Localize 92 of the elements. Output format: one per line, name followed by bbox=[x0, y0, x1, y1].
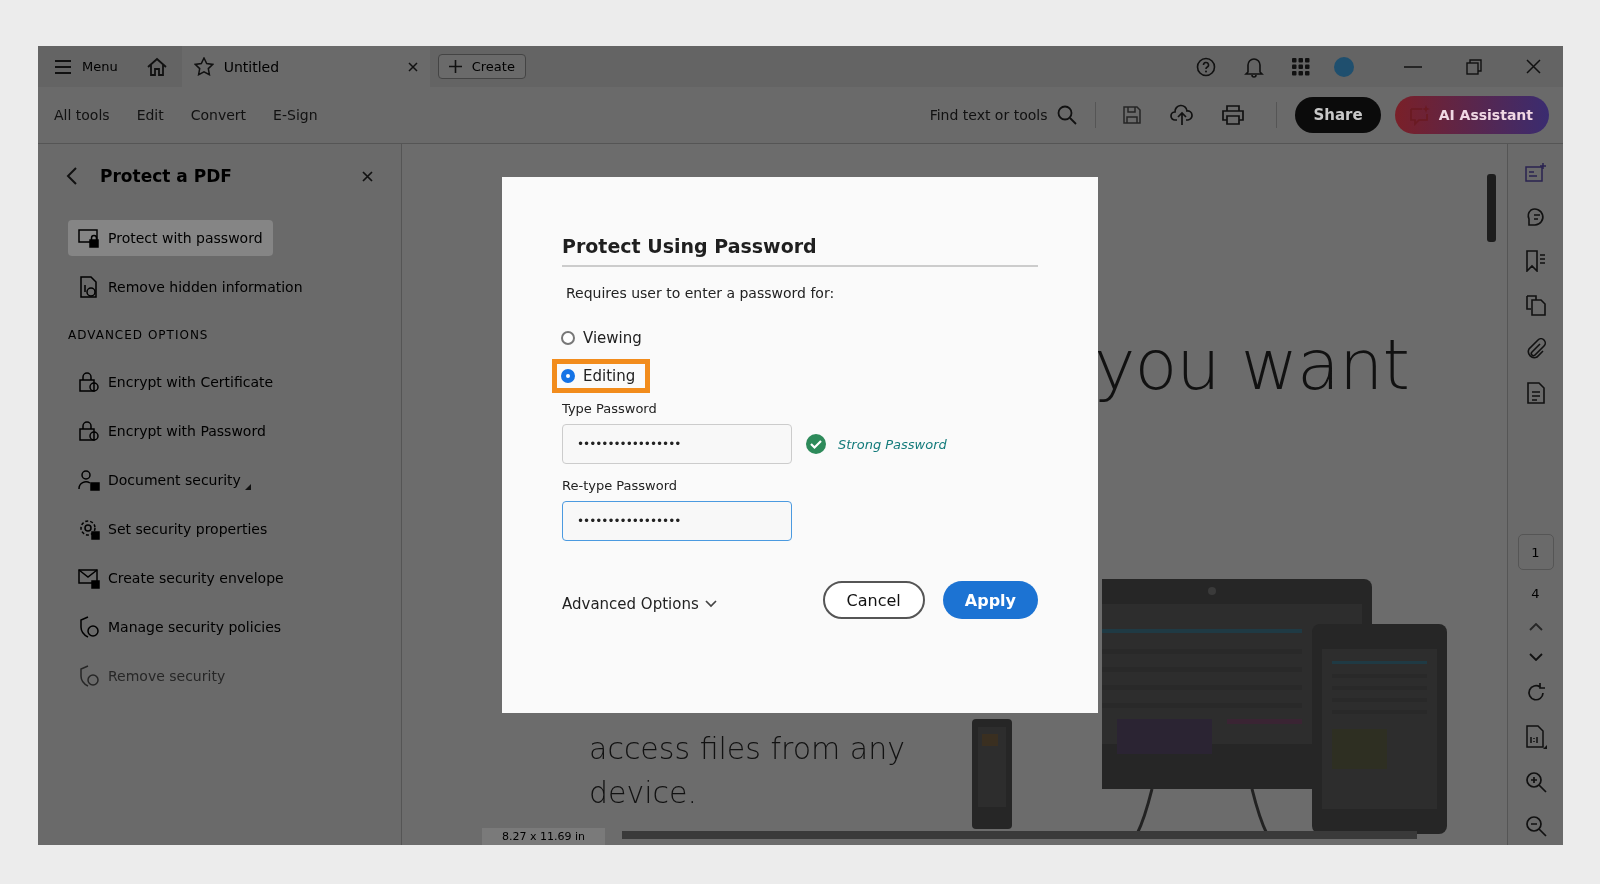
radio-button[interactable] bbox=[561, 369, 575, 383]
scrollbar-thumb[interactable] bbox=[1487, 174, 1496, 242]
password-lock-icon bbox=[78, 227, 100, 249]
find-button[interactable]: Find text or tools bbox=[929, 105, 1078, 125]
bookmark-icon[interactable] bbox=[1524, 250, 1547, 272]
page-number-field[interactable]: 1 bbox=[1517, 534, 1554, 570]
person-lock-icon bbox=[78, 469, 100, 491]
dialog-prompt: Requires user to enter a password for: bbox=[566, 285, 836, 301]
sidebar-item-label: Manage security policies bbox=[108, 619, 282, 635]
zoom-out-icon[interactable] bbox=[1524, 815, 1547, 837]
dialog-title: Protect Using Password bbox=[562, 235, 1038, 267]
sidebar-item[interactable]: Remove hidden information bbox=[68, 269, 313, 305]
sidebar-item-label: Create security envelope bbox=[108, 570, 284, 586]
tab-title: Untitled bbox=[223, 58, 281, 75]
apps-grid-icon[interactable] bbox=[1292, 57, 1310, 76]
minimize-icon[interactable] bbox=[1404, 65, 1422, 68]
close-icon[interactable] bbox=[407, 61, 418, 72]
sidebar-item-label: Remove hidden information bbox=[108, 279, 303, 295]
lock-icon bbox=[78, 420, 100, 442]
plus-icon bbox=[448, 60, 462, 73]
envelope-lock-icon bbox=[78, 567, 100, 589]
ai-assistant-button[interactable]: AI Assistant bbox=[1394, 96, 1549, 134]
flyout-corner-icon bbox=[244, 484, 251, 490]
sidebar-item[interactable]: Manage security policies bbox=[68, 609, 292, 645]
search-icon bbox=[1057, 105, 1078, 125]
toolbar-tab[interactable]: Convert bbox=[190, 107, 247, 123]
home-icon bbox=[145, 56, 168, 77]
sidebar-item-label: Remove security bbox=[108, 668, 226, 684]
sidebar-item[interactable]: Protect with password bbox=[68, 220, 273, 256]
print-icon[interactable] bbox=[1222, 105, 1245, 125]
sidebar-item[interactable]: Create security envelope bbox=[68, 560, 294, 596]
chevron-down-icon bbox=[704, 600, 717, 608]
sidebar-item-label: Protect with password bbox=[108, 230, 263, 246]
page-size-label: 8.27 x 11.69 in bbox=[482, 828, 605, 845]
pages-icon[interactable] bbox=[1524, 294, 1547, 316]
document-tab[interactable]: Untitled bbox=[181, 46, 430, 87]
radio-button[interactable] bbox=[561, 331, 575, 345]
password-field[interactable]: ••••••••••••••••• bbox=[562, 424, 792, 464]
sparkle-chat-icon bbox=[1408, 104, 1431, 126]
sidebar-item-label: Encrypt with Password bbox=[108, 423, 266, 439]
chevron-down-icon[interactable] bbox=[1528, 653, 1543, 661]
lock-certificate-icon bbox=[78, 371, 100, 393]
star-icon bbox=[193, 57, 214, 76]
document-icon[interactable] bbox=[1524, 382, 1547, 404]
section-heading: ADVANCED OPTIONS bbox=[68, 328, 210, 342]
cloud-upload-icon[interactable] bbox=[1170, 104, 1195, 126]
advanced-options-button[interactable]: Advanced Options bbox=[562, 587, 717, 613]
sidebar-item-label: Encrypt with Certificate bbox=[108, 374, 274, 390]
shield-icon bbox=[78, 616, 100, 638]
sidebar-item[interactable]: Document security bbox=[68, 462, 261, 498]
sidebar-item-label: Document security bbox=[108, 472, 241, 488]
cancel-button[interactable]: Cancel bbox=[822, 581, 925, 619]
bell-icon[interactable] bbox=[1244, 55, 1264, 78]
check-circle-icon bbox=[806, 434, 826, 454]
sidebar-item-label: Set security properties bbox=[108, 521, 268, 537]
zoom-in-icon[interactable] bbox=[1524, 771, 1547, 793]
shield-icon bbox=[78, 665, 100, 687]
toolbar-tab[interactable]: All tools bbox=[54, 107, 110, 123]
restore-icon[interactable] bbox=[1466, 58, 1482, 75]
page-heading-text: you want bbox=[1094, 324, 1409, 406]
close-icon[interactable] bbox=[362, 170, 373, 182]
panel-title: Protect a PDF bbox=[100, 166, 233, 186]
sidebar-item[interactable]: Encrypt with Certificate bbox=[68, 364, 284, 400]
gear-lock-icon bbox=[78, 518, 100, 540]
menu-button[interactable]: Menu bbox=[38, 46, 132, 87]
radio-option[interactable]: Viewing bbox=[561, 329, 642, 347]
horizontal-scrollbar[interactable] bbox=[622, 831, 1417, 839]
password-strength-text: Strong Password bbox=[838, 436, 947, 452]
chevron-up-icon[interactable] bbox=[1528, 623, 1543, 631]
radio-option[interactable]: Editing bbox=[561, 367, 636, 385]
document-icon bbox=[78, 276, 100, 298]
save-icon[interactable] bbox=[1122, 105, 1143, 125]
share-button[interactable]: Share bbox=[1295, 97, 1381, 133]
edit-panel-icon[interactable] bbox=[1524, 162, 1547, 184]
page-body-text: access files from any device. bbox=[589, 730, 905, 812]
field-label: Type Password bbox=[562, 401, 658, 416]
toolbar-tab[interactable]: E-Sign bbox=[273, 107, 318, 123]
help-icon[interactable] bbox=[1196, 56, 1216, 77]
password-field[interactable]: ••••••••••••••••• bbox=[562, 501, 792, 541]
back-icon[interactable] bbox=[66, 166, 78, 186]
toolbar-tab[interactable]: Edit bbox=[136, 107, 164, 123]
close-icon[interactable] bbox=[1526, 59, 1541, 74]
comment-icon[interactable] bbox=[1524, 206, 1547, 228]
actual-size-icon[interactable] bbox=[1524, 725, 1547, 749]
rotate-icon[interactable] bbox=[1525, 683, 1546, 703]
sidebar-item[interactable]: Encrypt with Password bbox=[68, 413, 276, 449]
menu-icon bbox=[54, 59, 72, 74]
page-count: 4 bbox=[1531, 586, 1540, 601]
create-button[interactable]: Create bbox=[437, 54, 526, 79]
field-label: Re-type Password bbox=[562, 478, 679, 493]
sidebar-item[interactable]: Set security properties bbox=[68, 511, 278, 547]
apply-button[interactable]: Apply bbox=[942, 581, 1038, 619]
